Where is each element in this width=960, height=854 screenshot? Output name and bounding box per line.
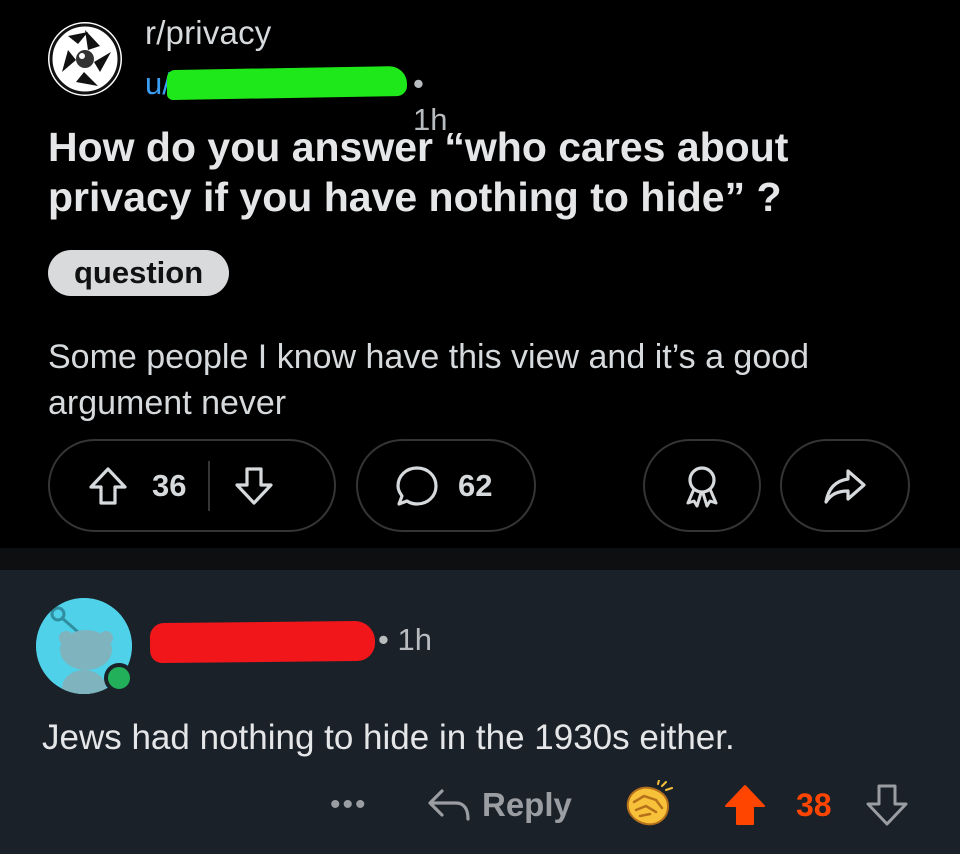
- reply-arrow-icon: [428, 789, 470, 821]
- downvote-button[interactable]: [232, 464, 276, 508]
- arrow-down-outline-icon: [866, 784, 908, 826]
- more-options-button[interactable]: •••: [330, 780, 368, 830]
- award-ribbon-icon: [686, 465, 718, 507]
- comment-downvote-button[interactable]: [864, 780, 910, 830]
- post-card: r/privacy u/ • 1h How do you answer “who…: [0, 0, 960, 548]
- reply-label: Reply: [482, 786, 572, 823]
- comment-count: 62: [458, 467, 493, 503]
- comment-score: 38: [796, 786, 832, 823]
- comments-button[interactable]: 62: [356, 439, 536, 532]
- subreddit-name[interactable]: r/privacy: [145, 14, 272, 52]
- post-body: Some people I know have this view and it…: [48, 338, 810, 422]
- post-title[interactable]: How do you answer “who cares about priva…: [48, 122, 928, 222]
- comment-card: • 1h Jews had nothing to hide in the 193…: [0, 570, 960, 854]
- upvote-count: 36: [152, 467, 187, 503]
- upvote-button[interactable]: [86, 464, 130, 508]
- vote-bar: 36: [48, 439, 336, 532]
- comment-upvote-button[interactable]: [722, 780, 768, 830]
- share-arrow-icon: [824, 468, 866, 504]
- section-divider: [0, 548, 960, 570]
- speech-bubble-icon: [396, 465, 438, 506]
- subreddit-avatar-icon[interactable]: [48, 22, 122, 96]
- arrow-down-outline-icon: [235, 466, 274, 505]
- arrow-up-filled-icon: [725, 785, 765, 825]
- arrow-up-outline-icon: [89, 466, 127, 505]
- share-button[interactable]: [780, 439, 910, 532]
- username-redaction: [167, 65, 407, 101]
- handshake-emoji-icon[interactable]: [622, 780, 674, 830]
- online-dot-icon: [104, 663, 134, 693]
- comment-time: • 1h: [378, 622, 432, 657]
- commenter-username-redaction: [149, 620, 376, 664]
- post-flair[interactable]: question: [48, 250, 230, 296]
- reply-button[interactable]: Reply: [426, 780, 572, 830]
- award-button[interactable]: [643, 439, 761, 532]
- comment-text: Jews had nothing to hide in the 1930s ei…: [42, 718, 735, 757]
- vote-separator: [208, 460, 211, 511]
